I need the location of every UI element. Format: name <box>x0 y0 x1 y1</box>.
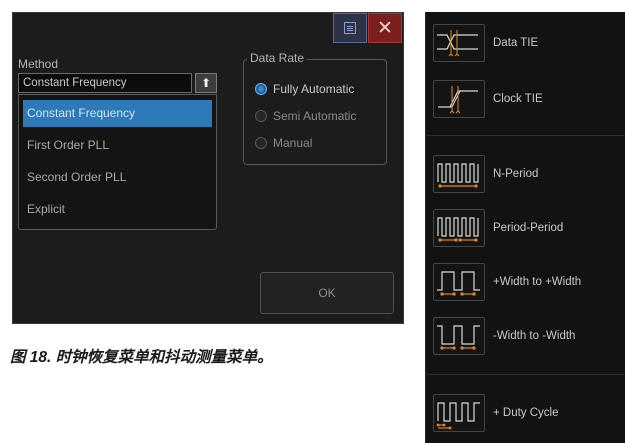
radio-button[interactable] <box>255 137 267 149</box>
measurement-n-period[interactable]: N-Period <box>433 155 538 193</box>
pos-width-icon <box>433 263 485 301</box>
radio-semi-automatic[interactable]: Semi Automatic <box>255 109 356 123</box>
method-option-list: Constant Frequency First Order PLL Secon… <box>18 94 217 230</box>
close-icon: ✕ <box>377 17 393 39</box>
close-button[interactable]: ✕ <box>368 13 402 43</box>
measurement-label: +Width to +Width <box>493 276 582 288</box>
radio-manual[interactable]: Manual <box>255 136 312 150</box>
period-period-icon <box>433 209 485 247</box>
radio-button[interactable] <box>255 110 267 122</box>
measurement-pos-duty-cycle[interactable]: + Duty Cycle <box>433 394 559 432</box>
radio-button-checked[interactable] <box>255 83 267 95</box>
method-option-second-order-pll[interactable]: Second Order PLL <box>23 164 212 191</box>
jitter-measurement-menu: Data TIE Clock TIE N-Period Period-Perio… <box>425 12 625 443</box>
ok-button[interactable]: OK <box>260 272 394 314</box>
help-icon <box>344 22 356 34</box>
measurement-neg-width-to-neg-width[interactable]: -Width to -Width <box>433 317 575 355</box>
divider <box>426 374 625 375</box>
clock-recovery-dialog: ✕ Method Constant Frequency ⬆ Constant F… <box>12 12 404 324</box>
arrow-up-icon: ⬆ <box>200 76 212 90</box>
measurement-pos-width-to-pos-width[interactable]: +Width to +Width <box>433 263 581 301</box>
n-period-icon <box>433 155 485 193</box>
measurement-period-period[interactable]: Period-Period <box>433 209 563 247</box>
method-option-constant-frequency[interactable]: Constant Frequency <box>23 100 212 127</box>
measurement-label: -Width to -Width <box>493 330 576 342</box>
clock-tie-icon <box>433 80 485 118</box>
divider <box>426 135 625 136</box>
measurement-label: Clock TIE <box>493 93 543 105</box>
radio-label: Fully Automatic <box>273 82 355 96</box>
method-option-explicit[interactable]: Explicit <box>23 196 212 223</box>
measurement-label: N-Period <box>493 168 539 180</box>
data-rate-title: Data Rate <box>247 51 308 65</box>
method-select[interactable]: Constant Frequency <box>18 73 192 93</box>
radio-fully-automatic[interactable]: Fully Automatic <box>255 82 354 96</box>
method-dropdown-toggle[interactable]: ⬆ <box>195 73 217 93</box>
measurement-label: Period-Period <box>493 222 564 234</box>
measurement-clock-tie[interactable]: Clock TIE <box>433 80 543 118</box>
measurement-label: + Duty Cycle <box>493 407 559 419</box>
method-label: Method <box>18 57 59 71</box>
help-button[interactable] <box>333 13 367 43</box>
data-tie-icon <box>433 24 485 62</box>
measurement-label: Data TIE <box>493 37 539 49</box>
radio-label: Semi Automatic <box>273 109 357 123</box>
duty-cycle-icon <box>433 394 485 432</box>
method-option-first-order-pll[interactable]: First Order PLL <box>23 132 212 159</box>
measurement-data-tie[interactable]: Data TIE <box>433 24 538 62</box>
neg-width-icon <box>433 317 485 355</box>
figure-caption: 图 18. 时钟恢复菜单和抖动测量菜单。 <box>10 349 273 366</box>
radio-label: Manual <box>273 136 313 150</box>
